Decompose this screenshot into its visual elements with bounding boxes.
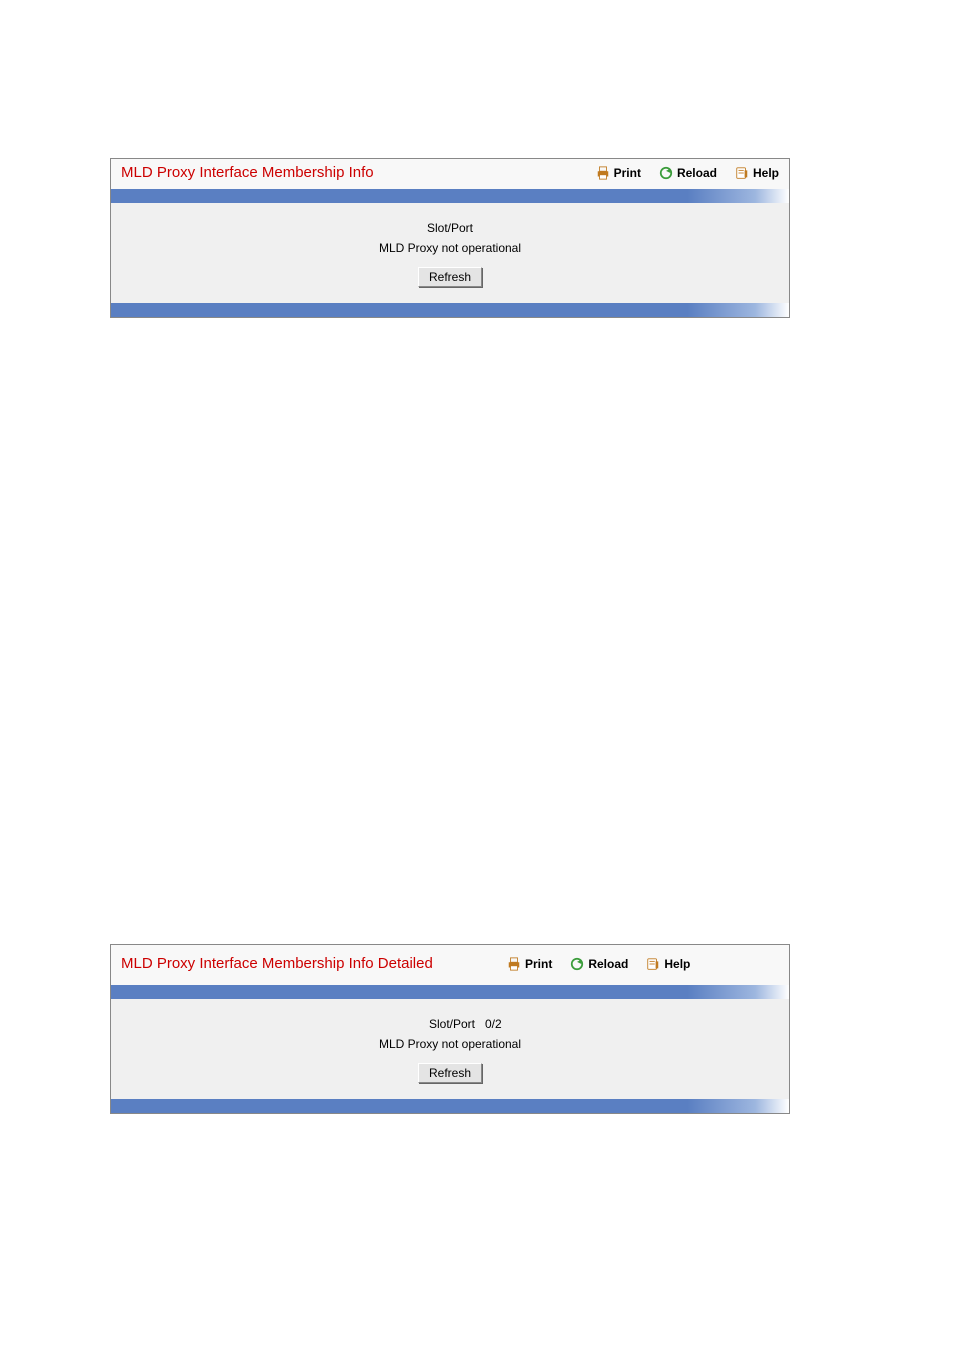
help-label: Help	[664, 957, 690, 971]
panel-body: Slot/Port 0/2 MLD Proxy not operational …	[111, 999, 789, 1099]
reload-icon	[659, 166, 673, 180]
slot-port-row: Slot/Port	[121, 221, 779, 235]
panel-header: MLD Proxy Interface Membership Info Prin…	[111, 159, 789, 189]
reload-link[interactable]: Reload	[570, 957, 628, 971]
status-text: MLD Proxy not operational	[121, 241, 779, 255]
refresh-button[interactable]: Refresh	[418, 267, 482, 287]
print-icon	[507, 957, 521, 971]
panel-membership-info-detailed: MLD Proxy Interface Membership Info Deta…	[110, 944, 790, 1114]
reload-label: Reload	[588, 957, 628, 971]
status-text: MLD Proxy not operational	[121, 1037, 779, 1051]
reload-icon	[570, 957, 584, 971]
divider-bar-bottom	[111, 303, 789, 317]
help-link[interactable]: Help	[735, 166, 779, 180]
slot-port-label: Slot/Port	[375, 1017, 485, 1031]
panel-header: MLD Proxy Interface Membership Info Deta…	[111, 945, 789, 985]
help-icon	[646, 957, 660, 971]
slot-port-value: 0/2	[485, 1017, 525, 1031]
refresh-button[interactable]: Refresh	[418, 1063, 482, 1083]
page-title: MLD Proxy Interface Membership Info	[121, 165, 578, 182]
divider-bar-bottom	[111, 1099, 789, 1113]
panel-membership-info: MLD Proxy Interface Membership Info Prin…	[110, 158, 790, 318]
print-label: Print	[525, 957, 552, 971]
print-link[interactable]: Print	[507, 957, 552, 971]
print-icon	[596, 166, 610, 180]
print-label: Print	[614, 166, 641, 180]
divider-bar-top	[111, 985, 789, 999]
help-icon	[735, 166, 749, 180]
help-label: Help	[753, 166, 779, 180]
panel-body: Slot/Port MLD Proxy not operational Refr…	[111, 203, 789, 303]
reload-label: Reload	[677, 166, 717, 180]
page-title: MLD Proxy Interface Membership Info Deta…	[121, 956, 489, 973]
reload-link[interactable]: Reload	[659, 166, 717, 180]
divider-bar-top	[111, 189, 789, 203]
help-link[interactable]: Help	[646, 957, 690, 971]
print-link[interactable]: Print	[596, 166, 641, 180]
slot-port-label: Slot/Port	[427, 221, 473, 235]
slot-port-row: Slot/Port 0/2	[121, 1017, 779, 1031]
